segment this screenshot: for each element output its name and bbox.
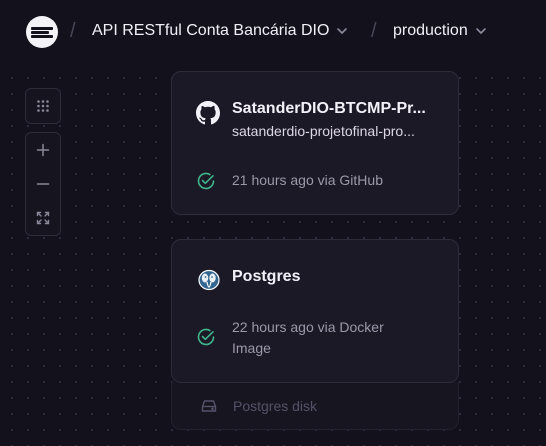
service-subtitle: satanderdio-projetofinal-pro... [232, 123, 415, 139]
zoom-controls [25, 132, 61, 236]
grid-toggle[interactable] [25, 88, 61, 124]
volume-postgres-disk[interactable]: Postgres disk [171, 382, 459, 430]
service-card-postgres[interactable]: Postgres 22 hours ago via Docker Image [171, 239, 459, 383]
fit-view-button[interactable] [26, 201, 60, 235]
breadcrumb-separator: / [70, 20, 76, 42]
top-bar: / API RESTful Conta Bancária DIO / produ… [0, 0, 546, 64]
grid-icon[interactable] [26, 89, 60, 123]
project-selector[interactable]: API RESTful Conta Bancária DIO [92, 22, 349, 40]
environment-name: production [393, 22, 468, 39]
deploy-status: 22 hours ago via Docker Image [232, 319, 384, 356]
zoom-out-button[interactable] [26, 167, 60, 201]
github-icon [196, 101, 220, 125]
check-circle-icon [196, 171, 216, 191]
check-circle-icon [196, 327, 216, 347]
service-card-app[interactable]: SatanderDIO-BTCMP-Pr... satanderdio-proj… [171, 71, 459, 215]
chevron-down-icon [335, 24, 349, 38]
volume-label: Postgres disk [233, 398, 318, 414]
zoom-in-icon [36, 143, 50, 157]
environment-selector[interactable]: production [393, 22, 488, 40]
railway-logo-icon[interactable] [26, 16, 58, 48]
postgres-icon [196, 268, 222, 294]
zoom-in-button[interactable] [26, 133, 60, 167]
zoom-out-icon [36, 183, 50, 185]
chevron-down-icon [474, 24, 488, 38]
disk-icon [201, 399, 217, 413]
fit-view-icon [36, 211, 50, 225]
project-name: API RESTful Conta Bancária DIO [92, 22, 330, 39]
service-title: SatanderDIO-BTCMP-Pr... [232, 100, 426, 117]
service-title: Postgres [232, 268, 301, 285]
breadcrumb-separator: / [371, 20, 377, 42]
deploy-status: 21 hours ago via GitHub [232, 172, 383, 188]
